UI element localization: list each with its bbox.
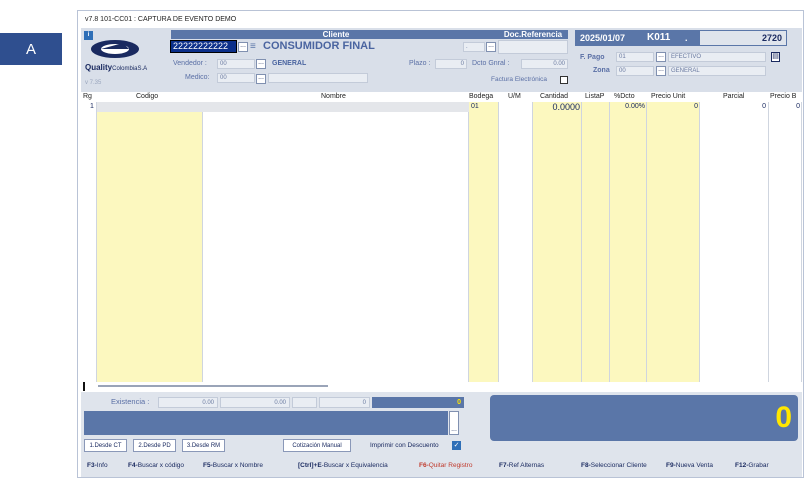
cliente-lookup-button[interactable]: ... bbox=[238, 42, 248, 52]
observation-lookup-button[interactable]: ... bbox=[449, 411, 459, 435]
col-precio-unit: Precio Unit bbox=[651, 93, 686, 100]
fpago-name: EFECTIVO bbox=[668, 52, 766, 62]
fkey-f6[interactable]: F6-Quitar Registro bbox=[419, 462, 472, 469]
imprimir-descuento-checkbox[interactable]: ✓ bbox=[452, 441, 461, 450]
plazo-field[interactable]: 0 bbox=[435, 59, 467, 69]
medico-field[interactable]: 00 bbox=[217, 73, 255, 83]
code-lookup-button[interactable]: ... bbox=[486, 42, 496, 52]
plazo-label: Plazo : bbox=[409, 60, 431, 67]
col-nombre: Nombre bbox=[321, 93, 346, 100]
vendedor-lookup-button[interactable]: ... bbox=[256, 59, 266, 69]
medico-lookup-button[interactable]: ... bbox=[256, 74, 266, 84]
cell-precio-b: 0 bbox=[796, 103, 800, 110]
total-display: 0 bbox=[490, 395, 798, 441]
cliente-header: Cliente bbox=[171, 30, 501, 39]
observation-bar[interactable] bbox=[84, 411, 448, 435]
doc-number: 2720 bbox=[700, 31, 786, 45]
existencia-v4: 0 bbox=[372, 397, 464, 408]
items-grid[interactable]: 1 01 0.0000 0.00% 0 0 0 bbox=[81, 102, 802, 382]
existencia-v2: 0.00 bbox=[220, 397, 290, 408]
fkey-ctrl-e[interactable]: [Ctrl]+E-Buscar x Equivalencia bbox=[298, 462, 388, 469]
cell-cantidad[interactable]: 0.0000 bbox=[533, 102, 580, 112]
col-codigo: Codigo bbox=[136, 93, 159, 100]
col-um: U/M bbox=[508, 93, 521, 100]
zona-code[interactable]: 00 bbox=[616, 66, 654, 76]
medico-label: Medico: bbox=[185, 74, 210, 81]
doc-referencia-header: Doc.Referencia bbox=[498, 30, 568, 39]
logo-text: QualityColombiaS.A bbox=[85, 63, 148, 72]
window-title: v7.8 101-CC01 : CAPTURA DE EVENTO DEMO bbox=[85, 16, 237, 23]
desde-ct-button[interactable]: 1.Desde CT bbox=[84, 439, 127, 452]
cell-parcial: 0 bbox=[762, 103, 766, 110]
zona-lookup-button[interactable]: ... bbox=[656, 66, 666, 76]
medico-name-field bbox=[268, 73, 368, 83]
cell-bodega[interactable]: 01 bbox=[471, 103, 479, 110]
col-listap: ListaP bbox=[585, 93, 605, 100]
fpago-lookup-button[interactable]: ... bbox=[656, 52, 666, 62]
desde-pd-button[interactable]: 2.Desde PD bbox=[133, 439, 176, 452]
fkey-f7[interactable]: F7-Ref Alternas bbox=[499, 462, 544, 469]
existencia-v1: 0.00 bbox=[158, 397, 218, 408]
function-keys-bar: F3-Info F4-Buscar x código F5-Buscar x N… bbox=[81, 457, 802, 477]
menu-icon[interactable]: ≡ bbox=[250, 42, 260, 52]
zona-label: Zona bbox=[593, 67, 610, 74]
cell-dcto[interactable]: 0.00% bbox=[610, 103, 645, 110]
dcto-gnral-label: Dcto Gnral : bbox=[472, 60, 510, 67]
cell-rg: 1 bbox=[90, 103, 94, 110]
cliente-name: CONSUMIDOR FINAL bbox=[263, 40, 463, 53]
col-bodega: Bodega bbox=[469, 93, 494, 100]
vendedor-field[interactable]: 00 bbox=[217, 59, 255, 69]
col-cantidad: Cantidad bbox=[540, 93, 569, 100]
cotizacion-manual-button[interactable]: Cotización Manual bbox=[283, 439, 351, 452]
horizontal-scrollbar[interactable] bbox=[98, 385, 328, 387]
fkey-f5[interactable]: F5-Buscar x Nombre bbox=[203, 462, 263, 469]
document-icon[interactable]: ▤ bbox=[771, 52, 780, 62]
fpago-label: F. Pago bbox=[580, 54, 605, 61]
existencia-v3: 0 bbox=[319, 397, 370, 408]
dcto-gnral-field[interactable]: 0.00 bbox=[521, 59, 568, 69]
factura-electronica-checkbox[interactable] bbox=[560, 76, 568, 84]
fkey-f12[interactable]: F12-Grabar bbox=[735, 462, 769, 469]
grid-header: Rg Codigo Nombre Bodega U/M Cantidad Lis… bbox=[81, 92, 802, 102]
doc-date: 2025/01/07 bbox=[580, 33, 626, 43]
cliente-id-input[interactable]: 22222222222 bbox=[170, 40, 237, 53]
fkey-f3[interactable]: F3-Info bbox=[87, 462, 108, 469]
annotation-marker-a: A bbox=[0, 33, 62, 65]
doc-referencia-field[interactable] bbox=[498, 40, 568, 54]
existencia-blank bbox=[292, 397, 317, 408]
scroll-marker bbox=[83, 382, 85, 391]
table-row[interactable] bbox=[97, 102, 469, 112]
fkey-f4[interactable]: F4-Buscar x código bbox=[128, 462, 184, 469]
capture-window: v7.8 101-CC01 : CAPTURA DE EVENTO DEMO i… bbox=[77, 10, 804, 478]
fkey-f9[interactable]: F9-Nueva Venta bbox=[666, 462, 713, 469]
version-label: v 7.35 bbox=[85, 80, 102, 86]
cliente-group: GENERAL bbox=[272, 60, 307, 67]
zona-name: GENERAL bbox=[668, 66, 766, 76]
desde-rm-button[interactable]: 3.Desde RM bbox=[182, 439, 225, 452]
cell-precio-unit[interactable]: 0 bbox=[647, 103, 698, 110]
col-precio-b: Precio B bbox=[770, 93, 797, 100]
col-rg: Rg bbox=[83, 93, 92, 100]
fpago-code[interactable]: 01 bbox=[616, 52, 654, 62]
doc-code: K011 bbox=[647, 32, 671, 43]
fkey-f8[interactable]: F8-Seleccionar Cliente bbox=[581, 462, 647, 469]
cliente-code: . bbox=[463, 42, 485, 52]
col-parcial: Parcial bbox=[723, 93, 745, 100]
existencia-label: Existencia : bbox=[111, 397, 150, 406]
doc-dot: . bbox=[685, 33, 688, 43]
vendedor-label: Vendedor : bbox=[173, 60, 207, 67]
col-dcto: %Dcto bbox=[614, 93, 635, 100]
factura-electronica-label: Factura Electrónica bbox=[491, 76, 547, 83]
imprimir-descuento-label: Imprimir con Descuento bbox=[370, 442, 439, 449]
